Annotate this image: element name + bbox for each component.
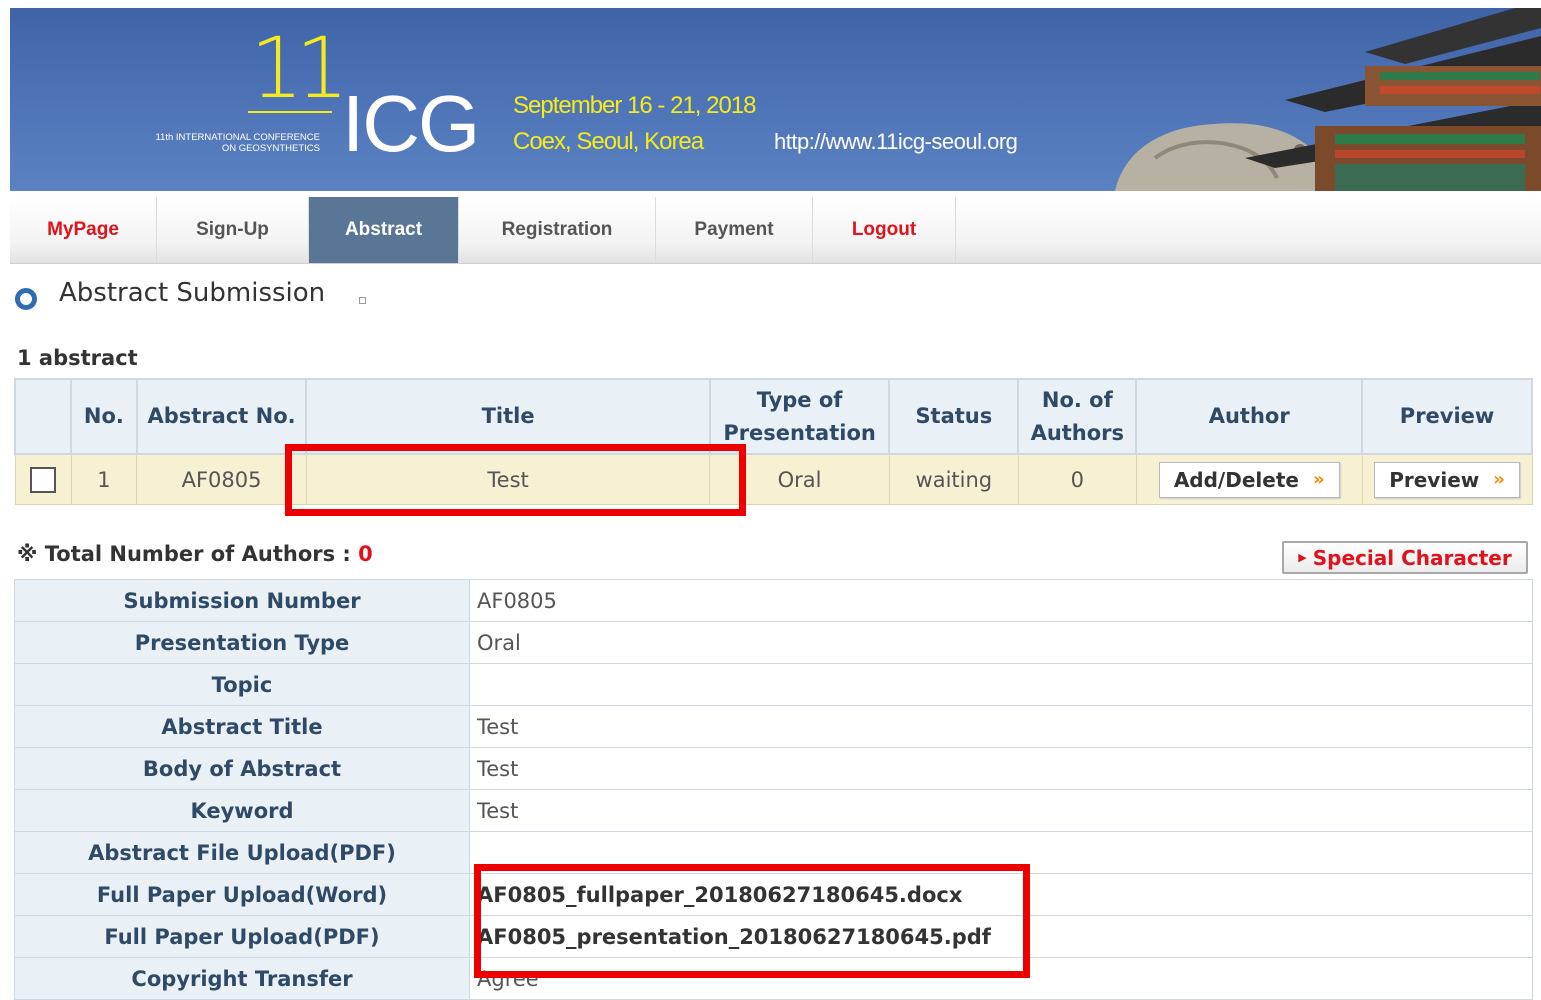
logo-number: 11: [250, 19, 349, 117]
palace-illustration: [1115, 8, 1541, 191]
detail-value: Agree: [469, 957, 1533, 1000]
col-no: No.: [70, 378, 138, 455]
detail-value: Test: [469, 789, 1533, 832]
nav-logout[interactable]: Logout: [813, 197, 956, 263]
event-date: September 16 - 21, 2018: [513, 92, 757, 119]
detail-label: Body of Abstract: [14, 747, 470, 790]
detail-value: Test: [469, 705, 1533, 748]
logo-subtitle-line2: ON GEOSYNTHETICS: [221, 143, 320, 154]
preview-button[interactable]: Preview »: [1374, 461, 1520, 498]
nav-registration[interactable]: Registration: [459, 197, 656, 263]
logo-acronym: ICG: [342, 79, 480, 168]
abstract-count: 1 abstract: [17, 346, 138, 370]
detail-label: Submission Number: [14, 579, 470, 622]
triangle-right-icon: ▶: [1298, 551, 1307, 564]
total-authors-label: ※ Total Number of Authors : 0: [17, 542, 373, 566]
row-checkbox[interactable]: [30, 466, 56, 493]
col-type-line2: Presentation: [723, 420, 876, 445]
detail-label: Presentation Type: [14, 621, 470, 664]
detail-row: Topic: [14, 663, 1533, 706]
title-square-icon: [359, 297, 366, 304]
cell-author-action: Add/Delete »: [1135, 453, 1363, 505]
total-authors-count: 0: [358, 542, 373, 566]
add-delete-author-button[interactable]: Add/Delete »: [1158, 461, 1340, 498]
detail-label: Copyright Transfer: [14, 957, 470, 1000]
col-abstract-no: Abstract No.: [135, 378, 308, 455]
nav-sign-up[interactable]: Sign-Up: [157, 197, 309, 263]
detail-label: Full Paper Upload(Word): [14, 873, 470, 916]
table-row: 1 AF0805 Test Oral waiting 0 Add/Delete …: [14, 453, 1533, 505]
cell-no: 1: [70, 453, 138, 505]
detail-label: Full Paper Upload(PDF): [14, 915, 470, 958]
add-delete-label: Add/Delete: [1173, 467, 1299, 492]
total-authors-text: ※ Total Number of Authors :: [17, 542, 359, 566]
nav-payment[interactable]: Payment: [656, 197, 813, 263]
double-chevron-right-icon: »: [1312, 469, 1325, 490]
col-authors-line2: Authors: [1030, 420, 1125, 445]
preview-label: Preview: [1389, 467, 1480, 492]
detail-label: Keyword: [14, 789, 470, 832]
detail-label: Abstract File Upload(PDF): [14, 831, 470, 874]
main-nav: MyPage Sign-Up Abstract Registration Pay…: [10, 197, 1541, 264]
submission-detail-table: Submission Number AF0805 Presentation Ty…: [14, 579, 1533, 1000]
special-character-button[interactable]: ▶ Special Character: [1282, 541, 1528, 574]
fullpaper-word-file-link[interactable]: AF0805_fullpaper_20180627180645.docx: [477, 883, 962, 907]
page-title: Abstract Submission: [59, 278, 326, 308]
circle-bullet-icon: [15, 288, 37, 310]
col-authors: No. of Authors: [1017, 378, 1138, 455]
col-status: Status: [888, 378, 1020, 455]
event-url: http://www.11icg-seoul.org: [774, 129, 1018, 154]
cell-type: Oral: [709, 453, 890, 505]
cell-title: Test: [305, 453, 711, 505]
detail-row: Copyright Transfer Agree: [14, 957, 1533, 1000]
event-venue: Coex, Seoul, Korea: [513, 128, 704, 155]
fullpaper-pdf-file-link[interactable]: AF0805_presentation_20180627180645.pdf: [477, 925, 991, 949]
double-chevron-right-icon: »: [1493, 469, 1505, 490]
col-select: [14, 378, 72, 455]
col-authors-line1: No. of: [1041, 387, 1113, 412]
detail-value: AF0805: [469, 579, 1533, 622]
nav-mypage[interactable]: MyPage: [10, 197, 157, 263]
logo-subtitle: 11th INTERNATIONAL CONFERENCE ON GEOSYNT…: [138, 132, 320, 154]
detail-row: Abstract Title Test: [14, 705, 1533, 748]
row-checkbox-cell: [14, 453, 72, 505]
detail-label: Abstract Title: [14, 705, 470, 748]
detail-value: [469, 831, 1533, 874]
detail-row: Full Paper Upload(Word) AF0805_fullpaper…: [14, 873, 1533, 916]
detail-value: AF0805_presentation_20180627180645.pdf: [469, 915, 1533, 958]
nav-abstract[interactable]: Abstract: [309, 197, 459, 263]
detail-value: Oral: [469, 621, 1533, 664]
detail-row: Abstract File Upload(PDF): [14, 831, 1533, 874]
detail-row: Submission Number AF0805: [14, 579, 1533, 622]
abstract-list-table: No. Abstract No. Title Type of Presentat…: [14, 378, 1533, 505]
col-type: Type of Presentation: [708, 378, 891, 455]
special-character-label: Special Character: [1312, 545, 1512, 570]
list-header-row: No. Abstract No. Title Type of Presentat…: [14, 378, 1533, 455]
detail-label: Topic: [14, 663, 470, 706]
detail-value: [469, 663, 1533, 706]
detail-row: Presentation Type Oral: [14, 621, 1533, 664]
cell-preview-action: Preview »: [1361, 453, 1533, 505]
cell-abstract-no: AF0805: [136, 453, 307, 505]
col-preview: Preview: [1361, 378, 1533, 455]
detail-value: Test: [469, 747, 1533, 790]
detail-value: AF0805_fullpaper_20180627180645.docx: [469, 873, 1533, 916]
logo-underline: [248, 111, 332, 113]
header-banner: 11 11th INTERNATIONAL CONFERENCE ON GEOS…: [10, 8, 1541, 191]
logo-subtitle-line1: 11th INTERNATIONAL CONFERENCE: [155, 132, 320, 143]
col-title: Title: [305, 378, 711, 455]
col-type-line1: Type of: [756, 387, 843, 412]
cell-authors: 0: [1017, 453, 1137, 505]
detail-row: Full Paper Upload(PDF) AF0805_presentati…: [14, 915, 1533, 958]
cell-status: waiting: [888, 453, 1019, 505]
detail-row: Keyword Test: [14, 789, 1533, 832]
detail-row: Body of Abstract Test: [14, 747, 1533, 790]
col-author: Author: [1135, 378, 1364, 455]
